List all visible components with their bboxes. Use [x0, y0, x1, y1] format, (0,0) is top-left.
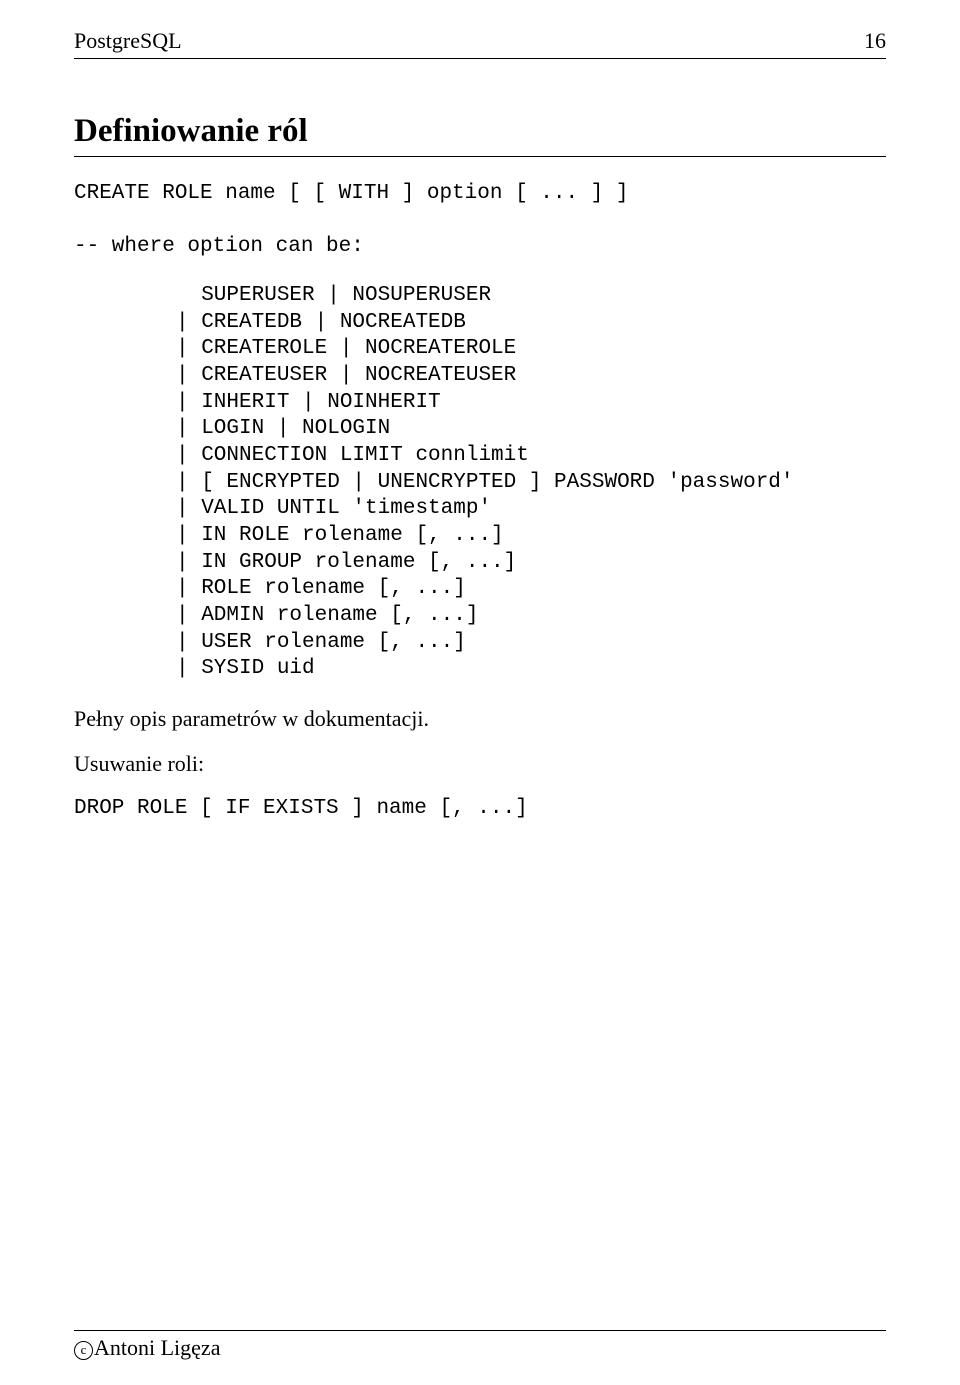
- paragraph-drop-intro: Usuwanie roli:: [74, 750, 886, 778]
- header-title: PostgreSQL: [74, 28, 182, 54]
- footer-author: Antoni Ligęza: [94, 1335, 220, 1360]
- page-number: 16: [864, 28, 886, 54]
- code-block-drop-role: DROP ROLE [ IF EXISTS ] name [, ...]: [74, 796, 886, 823]
- page-header: PostgreSQL 16: [74, 28, 886, 54]
- section-heading: Definiowanie ról: [74, 113, 886, 150]
- header-rule: [74, 58, 886, 59]
- page-footer: cAntoni Ligęza: [74, 1330, 886, 1361]
- code-block-create-role-head: CREATE ROLE name [ [ WITH ] option [ ...…: [74, 181, 886, 261]
- section-rule: [74, 156, 886, 157]
- footer-rule: [74, 1330, 886, 1331]
- footer-text: cAntoni Ligęza: [74, 1335, 886, 1361]
- code-block-options: SUPERUSER | NOSUPERUSER | CREATEDB | NOC…: [74, 283, 886, 683]
- paragraph-doc-note: Pełny opis parametrów w dokumentacji.: [74, 705, 886, 733]
- page-container: PostgreSQL 16 Definiowanie ról CREATE RO…: [0, 0, 960, 1385]
- copyright-icon: c: [74, 1341, 93, 1360]
